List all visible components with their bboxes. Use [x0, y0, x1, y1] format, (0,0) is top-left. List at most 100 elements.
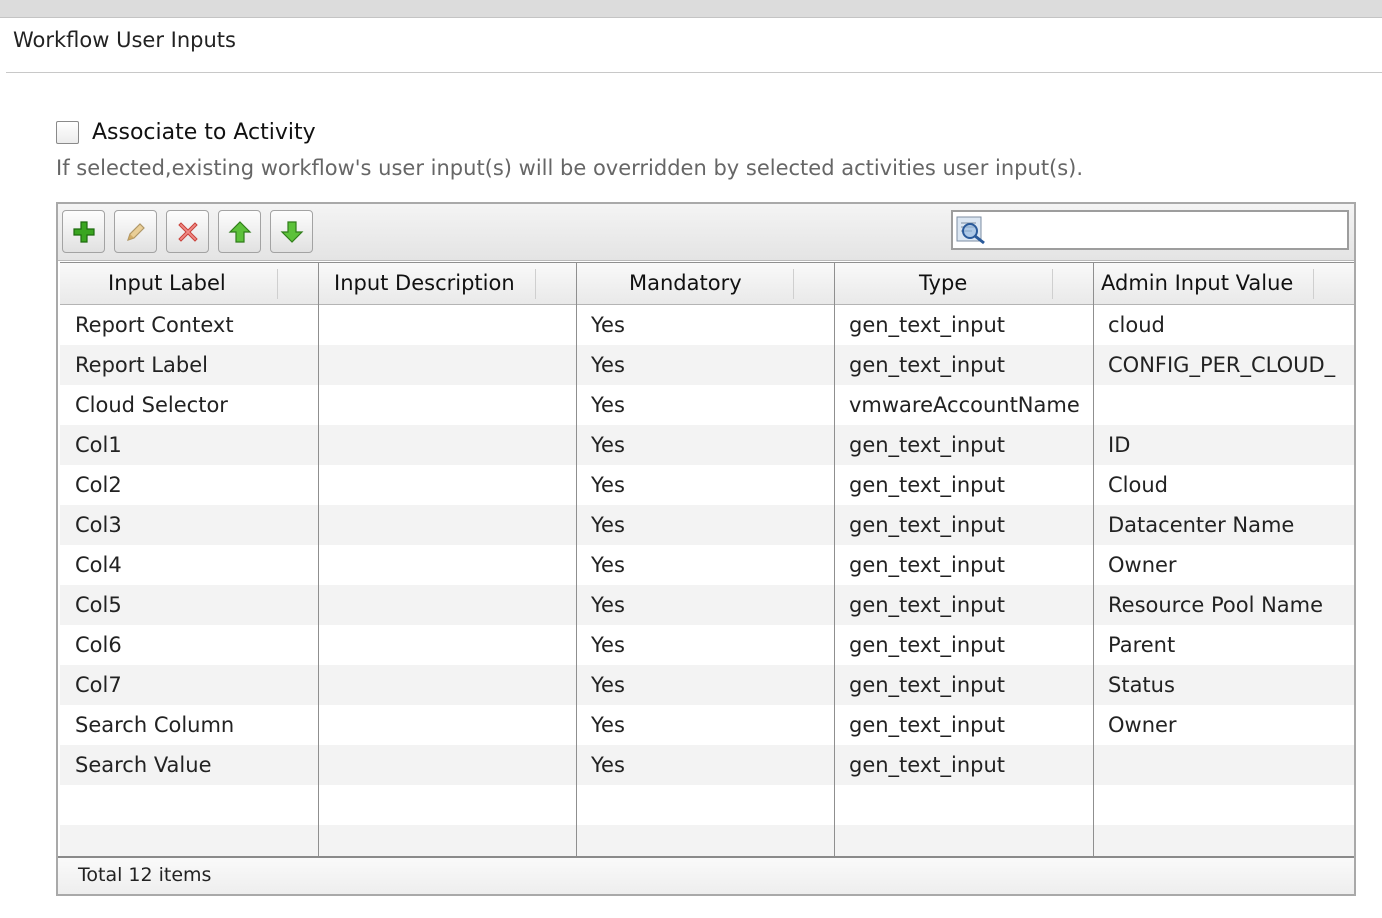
cell-mandatory: Yes: [591, 473, 625, 497]
move-up-button[interactable]: [218, 210, 261, 253]
cell-mandatory: Yes: [591, 593, 625, 617]
section-title: Workflow User Inputs: [13, 28, 236, 52]
cell-type: vmwareAccountName: [849, 393, 1080, 417]
cell-input-label: Col4: [75, 553, 122, 577]
user-inputs-panel: Input Label Input Description Mandatory …: [56, 202, 1356, 896]
title-divider: [6, 72, 1382, 73]
cell-input-description: [319, 305, 576, 345]
table-row[interactable]: Search Column Yes gen_text_input Owner: [60, 705, 1354, 745]
cell-type: gen_text_input: [849, 553, 1006, 577]
search-input[interactable]: [991, 214, 1347, 248]
table-row[interactable]: Col7 Yes gen_text_input Status: [60, 665, 1354, 705]
cell-input-description: [319, 425, 576, 465]
table-header: Input Label Input Description Mandatory …: [60, 262, 1354, 305]
pencil-icon: [127, 223, 145, 241]
delete-button[interactable]: [166, 210, 209, 253]
x-icon: [178, 222, 198, 242]
cell-type: gen_text_input: [849, 473, 1006, 497]
table-row[interactable]: Report Label Yes gen_text_input CONFIG_PER_…: [60, 345, 1354, 385]
cell-admin-input-value: CONFIG_PER_CLOUD_: [1108, 353, 1336, 377]
cell-mandatory: Yes: [591, 353, 625, 377]
column-divider: [1093, 262, 1094, 856]
move-down-button[interactable]: [270, 210, 313, 253]
table-row[interactable]: Col4 Yes gen_text_input Owner: [60, 545, 1354, 585]
cell-admin-input-value: cloud: [1108, 313, 1165, 337]
cell-input-description: [319, 385, 576, 425]
add-button[interactable]: [62, 210, 105, 253]
table-row[interactable]: Col5 Yes gen_text_input Resource Pool Name: [60, 585, 1354, 625]
cell-mandatory: Yes: [591, 513, 625, 537]
cell-type: gen_text_input: [849, 513, 1006, 537]
cell-input-description: [319, 625, 576, 665]
cell-mandatory: Yes: [591, 753, 625, 777]
cell-admin-input-value: Owner: [1108, 713, 1177, 737]
column-divider: [834, 262, 835, 856]
table-row[interactable]: Col1 Yes gen_text_input ID: [60, 425, 1354, 465]
cell-mandatory: Yes: [591, 313, 625, 337]
table-row[interactable]: Report Context Yes gen_text_input cloud: [60, 305, 1354, 345]
cell-mandatory: Yes: [591, 673, 625, 697]
table-row[interactable]: Cloud Selector Yes vmwareAccountName: [60, 385, 1354, 425]
cell-admin-input-value: Parent: [1108, 633, 1176, 657]
cell-input-label: Col1: [75, 433, 122, 457]
table-row[interactable]: Col2 Yes gen_text_input Cloud: [60, 465, 1354, 505]
table-toolbar: [58, 204, 1354, 261]
cell-type: gen_text_input: [849, 673, 1006, 697]
cell-mandatory: Yes: [591, 633, 625, 657]
cell-admin-input-value: [1094, 745, 1354, 785]
cell-type: gen_text_input: [849, 593, 1006, 617]
cell-input-description: [319, 505, 576, 545]
search-box: [951, 210, 1349, 250]
table-body: Report Context Yes gen_text_input cloud Repo…: [60, 305, 1354, 856]
cell-input-description: [319, 465, 576, 505]
cell-type: gen_text_input: [849, 353, 1006, 377]
arrow-up-icon: [228, 221, 252, 243]
cell-admin-input-value: Resource Pool Name: [1108, 593, 1324, 617]
cell-admin-input-value: Datacenter Name: [1108, 513, 1295, 537]
column-header-admin-input-value[interactable]: Admin Input Value: [1094, 263, 1354, 304]
cell-input-label: Col7: [75, 673, 122, 697]
column-header-input-description[interactable]: Input Description: [319, 263, 577, 304]
associate-help-text: If selected,existing workflow's user inp…: [56, 156, 1084, 180]
top-bar: [0, 0, 1382, 18]
table-row[interactable]: Search Value Yes gen_text_input: [60, 745, 1354, 785]
cell-input-description: [319, 585, 576, 625]
cell-admin-input-value: Status: [1108, 673, 1175, 697]
cell-input-label: Search Column: [75, 713, 235, 737]
search-icon: [956, 216, 985, 245]
cell-admin-input-value: ID: [1108, 433, 1131, 457]
associate-to-activity-checkbox[interactable]: [56, 121, 79, 144]
cell-input-label: Search Value: [75, 753, 212, 777]
cell-admin-input-value: [1094, 385, 1354, 425]
cell-input-description: [319, 545, 576, 585]
table-row[interactable]: Col6 Yes gen_text_input Parent: [60, 625, 1354, 665]
cell-admin-input-value: Cloud: [1108, 473, 1168, 497]
user-inputs-table: Input Label Input Description Mandatory …: [60, 262, 1354, 856]
empty-table-row: [60, 825, 1354, 856]
cell-input-description: [319, 665, 576, 705]
cell-type: gen_text_input: [849, 713, 1006, 737]
cell-input-label: Col6: [75, 633, 122, 657]
cell-input-description: [319, 345, 576, 385]
table-row[interactable]: Col3 Yes gen_text_input Datacenter Name: [60, 505, 1354, 545]
cell-admin-input-value: Owner: [1108, 553, 1177, 577]
column-header-input-label[interactable]: Input Label: [60, 263, 319, 304]
cell-input-label: Report Context: [75, 313, 234, 337]
column-header-mandatory[interactable]: Mandatory: [577, 263, 835, 304]
plus-icon: [73, 221, 95, 243]
cell-mandatory: Yes: [591, 393, 625, 417]
cell-type: gen_text_input: [849, 633, 1006, 657]
cell-type: gen_text_input: [849, 313, 1006, 337]
total-items-count: Total 12 items: [78, 864, 212, 886]
edit-button[interactable]: [114, 210, 157, 253]
cell-mandatory: Yes: [591, 713, 625, 737]
cell-input-label: Cloud Selector: [75, 393, 228, 417]
column-divider: [318, 262, 319, 856]
associate-to-activity-label[interactable]: Associate to Activity: [92, 120, 316, 145]
cell-type: gen_text_input: [849, 753, 1006, 777]
cell-input-label: Col3: [75, 513, 122, 537]
empty-table-row: [60, 785, 1354, 825]
cell-mandatory: Yes: [591, 553, 625, 577]
column-header-type[interactable]: Type: [835, 263, 1094, 304]
cell-input-label: Col2: [75, 473, 122, 497]
